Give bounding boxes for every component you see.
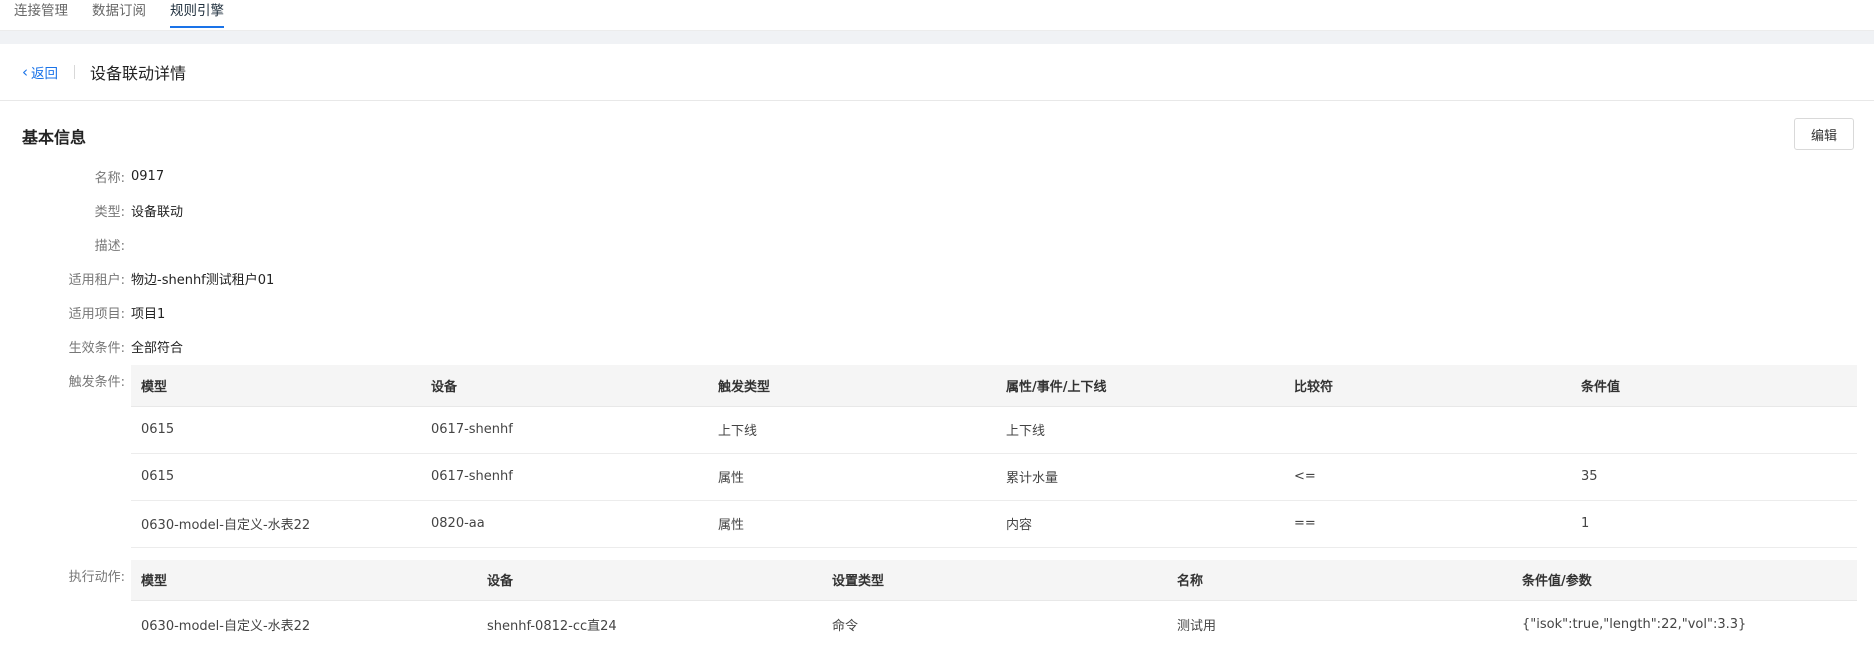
- table-row: 0630-model-自定义-水表22 shenhf-0812-cc直24 命令…: [131, 601, 1857, 648]
- field-value: 项目1: [131, 306, 166, 322]
- header-divider: [74, 65, 75, 79]
- cell: 0617-shenhf: [421, 453, 708, 501]
- field-label: 生效条件:: [68, 340, 125, 356]
- trigger-label: 触发条件:: [68, 375, 125, 390]
- cell: shenhf-0812-cc直24: [487, 618, 617, 634]
- cell: ==: [1284, 500, 1571, 548]
- field-tenant: 适用租户: 物边-shenhf测试租户01: [0, 261, 1874, 295]
- page-title: 设备联动详情: [90, 64, 187, 83]
- field-label: 类型:: [94, 204, 125, 220]
- table-row: 0615 0617-shenhf 属性 累计水量 <= 35: [131, 453, 1857, 501]
- field-label: 适用租户:: [68, 272, 125, 288]
- col-model: 模型: [131, 365, 421, 407]
- field-value: 0917: [131, 168, 165, 184]
- cell: 0617-shenhf: [421, 406, 708, 454]
- back-label: 返回: [31, 66, 58, 82]
- field-description: 描述:: [0, 227, 1874, 261]
- tab-connection-management[interactable]: 连接管理: [14, 0, 68, 28]
- field-name: 名称: 0917: [0, 159, 1874, 193]
- top-nav: 连接管理 数据订阅 规则引擎: [0, 0, 1874, 30]
- field-label: 描述:: [94, 238, 125, 254]
- cell: 0630-model-自定义-水表22: [141, 618, 311, 634]
- table-header-row: 模型 设备 设置类型 名称 条件值/参数: [131, 559, 1857, 601]
- cell: <=: [1284, 453, 1571, 501]
- field-label: 名称:: [94, 170, 125, 186]
- cell: {"isok":true,"length":22,"vol":3.3}: [1522, 616, 1747, 632]
- trigger-table: 模型 设备 触发类型 属性/事件/上下线 比较符 条件值 0615 0617-s…: [131, 365, 1857, 548]
- cell: 35: [1571, 453, 1857, 501]
- cell: 累计水量: [996, 453, 1284, 501]
- cell: 1: [1571, 500, 1857, 548]
- field-label: 适用项目:: [68, 306, 125, 322]
- col-condition-value: 条件值: [1571, 365, 1857, 407]
- field-value: 物边-shenhf测试租户01: [131, 272, 275, 288]
- action-label: 执行动作:: [68, 569, 125, 585]
- cell: 内容: [996, 500, 1284, 548]
- back-link[interactable]: ‹ 返回: [22, 62, 58, 82]
- basic-info: 名称: 0917 类型: 设备联动 描述: 适用租户: 物边-shenhf测试租…: [0, 159, 1874, 648]
- cell: 上下线: [996, 406, 1284, 454]
- cell: 0820-aa: [421, 500, 708, 548]
- action-table: 模型 设备 设置类型 名称 条件值/参数 0630-model-自定义-水表22…: [131, 559, 1857, 648]
- field-value: 全部符合: [131, 340, 184, 356]
- col-attribute: 属性/事件/上下线: [996, 365, 1284, 407]
- trigger-section: 触发条件: 模型 设备 触发类型 属性/事件/上下线 比较符 条件值 0615: [0, 365, 1874, 548]
- field-type: 类型: 设备联动: [0, 193, 1874, 227]
- table-row: 0630-model-自定义-水表22 0820-aa 属性 内容 == 1: [131, 500, 1857, 548]
- spacer: [0, 30, 1874, 44]
- col-device: 设备: [421, 365, 708, 407]
- field-project: 适用项目: 项目1: [0, 295, 1874, 329]
- table-row: 0615 0617-shenhf 上下线 上下线: [131, 406, 1857, 454]
- action-section: 执行动作: 模型 设备 设置类型 名称 条件值/参数 0630-model-自定…: [0, 559, 1874, 648]
- table-header-row: 模型 设备 触发类型 属性/事件/上下线 比较符 条件值: [131, 365, 1857, 407]
- col-device: 设备: [477, 559, 822, 601]
- col-trigger-type: 触发类型: [708, 365, 996, 407]
- cell: 属性: [708, 500, 996, 548]
- cell: [1284, 406, 1571, 454]
- col-setting-type: 设置类型: [822, 559, 1167, 601]
- tab-rule-engine[interactable]: 规则引擎: [170, 0, 224, 28]
- cell: 0615: [131, 453, 421, 501]
- page-header: ‹ 返回 设备联动详情: [0, 44, 1874, 101]
- tab-data-subscription[interactable]: 数据订阅: [92, 0, 146, 28]
- cell: 命令: [832, 618, 859, 634]
- detail-panel: ‹ 返回 设备联动详情 基本信息 编辑 名称: 0917 类型: 设备联动 描述…: [0, 44, 1874, 650]
- cell: 0615: [131, 406, 421, 454]
- basic-info-header: 基本信息 编辑: [0, 101, 1874, 150]
- edit-button[interactable]: 编辑: [1794, 118, 1854, 150]
- cell: [1571, 406, 1857, 454]
- col-name: 名称: [1167, 559, 1512, 601]
- cell: 测试用: [1177, 618, 1217, 634]
- cell: 属性: [708, 453, 996, 501]
- col-params: 条件值/参数: [1512, 559, 1857, 601]
- chevron-left-icon: ‹: [22, 62, 28, 81]
- section-title: 基本信息: [22, 128, 87, 147]
- col-operator: 比较符: [1284, 365, 1571, 407]
- cell: 上下线: [708, 406, 996, 454]
- col-model: 模型: [131, 559, 477, 601]
- field-value: 设备联动: [131, 204, 184, 220]
- cell: 0630-model-自定义-水表22: [131, 500, 421, 548]
- field-condition: 生效条件: 全部符合: [0, 329, 1874, 363]
